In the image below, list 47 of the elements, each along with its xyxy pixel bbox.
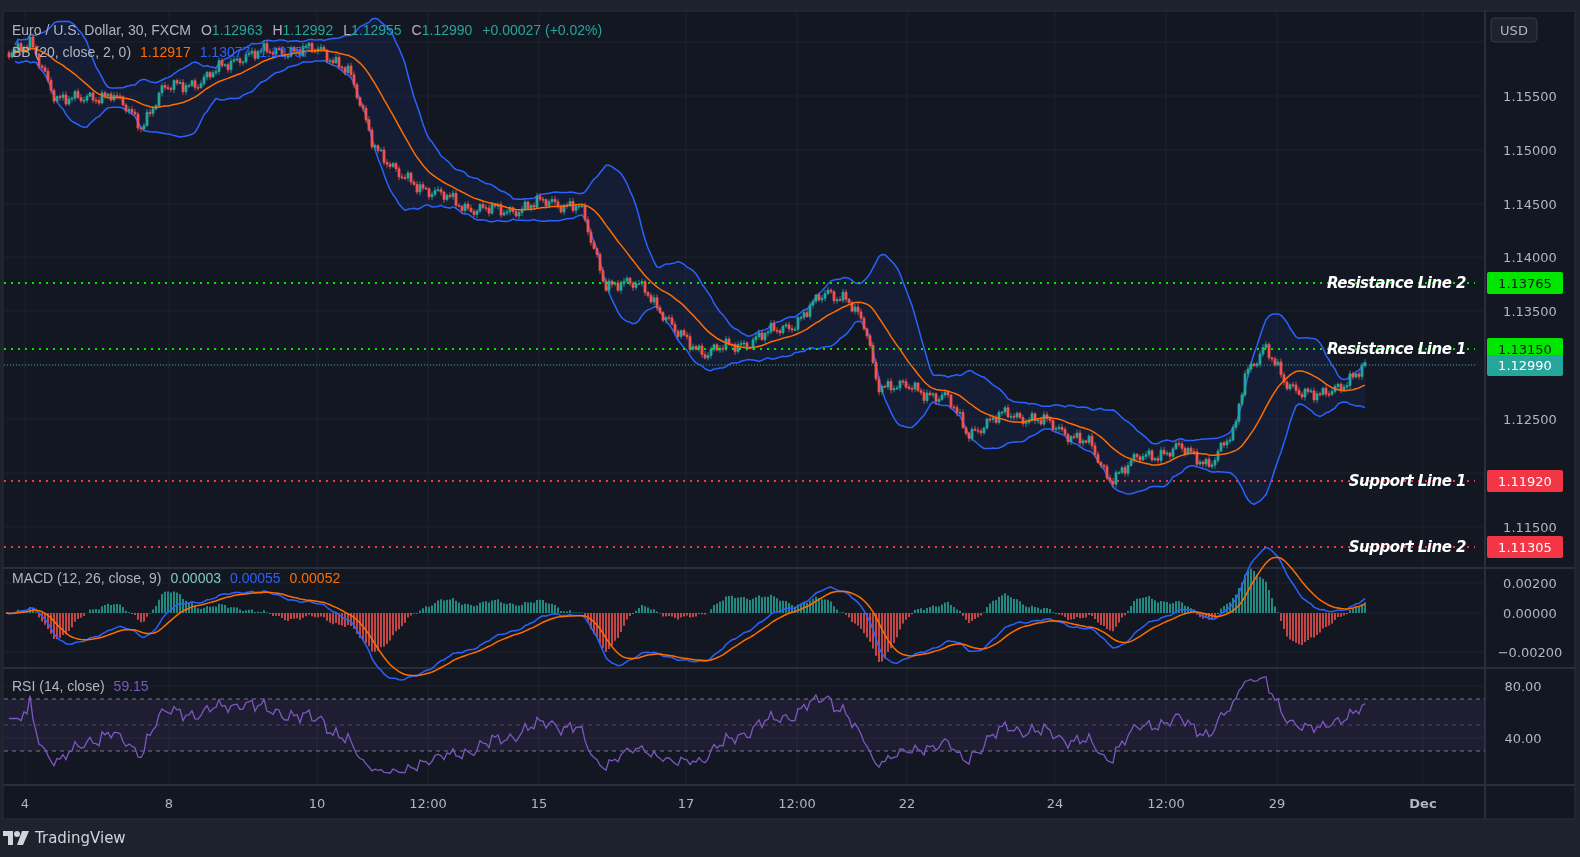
time-tick: 4 xyxy=(20,796,30,811)
time-tick: Dec xyxy=(1409,796,1437,811)
indicator-label: RSI (14, close) xyxy=(12,678,105,694)
price-tick: 1.15000 xyxy=(1503,143,1557,158)
price-tick: 1.15500 xyxy=(1503,89,1557,104)
indicator-value: 59.15 xyxy=(113,678,149,694)
level-label: Resistance Line 1 xyxy=(1327,340,1466,358)
time-tick: 22 xyxy=(898,796,916,811)
time-tick: 8 xyxy=(164,796,174,811)
price-tag: 1.11920 xyxy=(1487,470,1563,492)
ohlc-value: H1.12992 xyxy=(272,22,334,38)
indicator-label: MACD (12, 26, close, 9) xyxy=(12,570,162,586)
macd-tick: 0.00000 xyxy=(1503,606,1557,621)
price-tick: 1.12500 xyxy=(1503,412,1557,427)
price-tick: 1.11500 xyxy=(1503,520,1557,535)
last-price-tag: 1.12990 xyxy=(1487,355,1563,376)
time-tick: 24 xyxy=(1046,796,1064,811)
level-label: Support Line 1 xyxy=(1348,472,1466,490)
ohlc-value: O1.12963 xyxy=(200,22,263,38)
time-tick: 29 xyxy=(1268,796,1286,811)
price-tick: 1.14000 xyxy=(1503,250,1557,265)
brand-name: TradingView xyxy=(35,829,126,847)
time-tick: 12:00 xyxy=(1147,796,1185,811)
macd-tick: 0.00200 xyxy=(1503,576,1557,591)
time-tick: 15 xyxy=(530,796,548,811)
rsi-tick: 40.00 xyxy=(1504,731,1542,746)
ohlc-value: C1.12990 xyxy=(411,22,473,38)
level-label: Support Line 2 xyxy=(1348,538,1466,556)
symbol-title: Euro / U.S. Dollar, 30, FXCM xyxy=(12,22,191,38)
price-tag: 1.13765 xyxy=(1487,272,1563,294)
price-tick: 1.14500 xyxy=(1503,197,1557,212)
time-tick: 10 xyxy=(308,796,326,811)
indicator-value: 0.00055 xyxy=(230,570,281,586)
macd-tick: −0.00200 xyxy=(1497,645,1563,660)
time-tick: 12:00 xyxy=(778,796,816,811)
logo-icon xyxy=(3,831,29,845)
currency-badge: USD xyxy=(1490,17,1538,43)
price-change: +0.00027 (+0.02%) xyxy=(482,22,603,38)
indicator-value: 1.12917 xyxy=(140,44,191,60)
time-tick: 12:00 xyxy=(409,796,447,811)
time-tick: 17 xyxy=(677,796,695,811)
indicator-value: 0.00052 xyxy=(289,570,341,586)
level-label: Resistance Line 2 xyxy=(1327,274,1466,292)
rsi-tick: 80.00 xyxy=(1504,679,1542,694)
price-tick: 1.13500 xyxy=(1503,304,1557,319)
indicator-value: 0.00003 xyxy=(170,570,221,586)
price-tag: 1.11305 xyxy=(1487,536,1563,558)
